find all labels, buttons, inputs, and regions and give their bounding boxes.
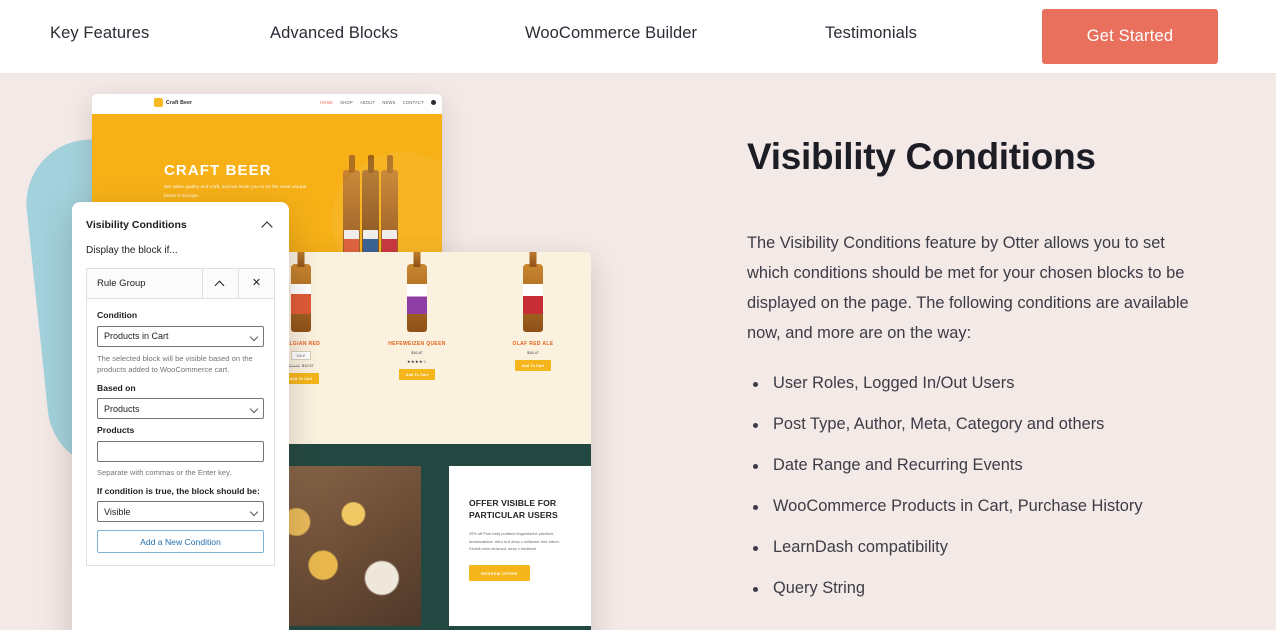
- mockup-brand-label: Craft Beer: [166, 99, 193, 106]
- chevron-down-icon: [249, 508, 259, 517]
- feature-description-column: Visibility Conditions The Visibility Con…: [747, 136, 1247, 620]
- cart-icon[interactable]: [431, 100, 436, 105]
- nav-link-woocommerce-builder[interactable]: WooCommerce Builder: [525, 24, 697, 43]
- beer-bottle-icon: [523, 264, 543, 332]
- hero-section: Craft Beer HOME SHOP ABOUT NEWS CONTACT …: [0, 74, 1276, 630]
- mockup-site-header: Craft Beer HOME SHOP ABOUT NEWS CONTACT: [92, 94, 442, 114]
- based-on-field-label: Based on: [97, 382, 136, 393]
- star-rating-icon: ★★★★☆: [407, 359, 427, 364]
- product-price: $16.87: [411, 351, 423, 355]
- rule-group-box: Rule Group ✕ Condition Products in Cart …: [86, 268, 275, 567]
- rule-group-body: Condition Products in Cart The selected …: [87, 299, 274, 566]
- mockup-brand: Craft Beer: [154, 98, 192, 107]
- chevron-down-icon: [249, 404, 259, 414]
- offer-heading: OFFER VISIBLE FOR PARTICULAR USERS: [469, 498, 558, 520]
- condition-help-text: The selected block will be visible based…: [97, 353, 253, 374]
- beer-bottle-icon: [343, 170, 360, 262]
- nav-link-testimonials[interactable]: Testimonials: [825, 24, 917, 43]
- feature-bullet-list: User Roles, Logged In/Out Users Post Typ…: [747, 374, 1247, 598]
- add-to-cart-button[interactable]: Add To Cart: [514, 360, 552, 371]
- rule-group-label: Rule Group: [97, 278, 146, 289]
- nav-link-advanced-blocks[interactable]: Advanced Blocks: [270, 24, 398, 43]
- feature-paragraph: The Visibility Conditions feature by Ott…: [747, 234, 1189, 343]
- rule-group-header: Rule Group ✕: [87, 269, 274, 299]
- list-item: LearnDash compatibility: [747, 538, 1247, 557]
- rule-group-remove-button[interactable]: ✕: [238, 269, 274, 298]
- redeem-offer-button[interactable]: REDEEM OFFER: [469, 565, 530, 582]
- list-item: Query String: [747, 579, 1247, 598]
- condition-field-label: Condition: [97, 310, 138, 320]
- list-item: Post Type, Author, Meta, Category and ot…: [747, 415, 1247, 434]
- visibility-select[interactable]: Visible: [97, 501, 264, 523]
- nav-link-key-features[interactable]: Key Features: [50, 24, 149, 43]
- chevron-up-icon: [216, 279, 225, 288]
- beer-bottle-icon: [381, 170, 398, 262]
- mockup-menu-shop[interactable]: SHOP: [340, 100, 353, 105]
- visibility-select-value: Visible: [104, 506, 131, 517]
- mockup-menu-news[interactable]: NEWS: [382, 100, 395, 105]
- product-grid: BELGIAN RED SALE $14.97 $12.97 Add To Car…: [243, 264, 591, 384]
- condition-select[interactable]: Products in Cart: [97, 325, 264, 347]
- close-icon: ✕: [251, 277, 262, 289]
- offer-card: OFFER VISIBLE FOR PARTICULAR USERS 25% o…: [449, 466, 591, 626]
- list-item: User Roles, Logged In/Out Users: [747, 374, 1247, 393]
- products-input[interactable]: [97, 440, 264, 462]
- shop-page-mockup: BELGIAN RED SALE $14.97 $12.97 Add To Car…: [243, 252, 591, 630]
- mockup-hero-subtitle: We value quality and craft, and we invit…: [164, 185, 307, 199]
- chevron-down-icon: [249, 332, 259, 341]
- beer-logo-icon: [154, 98, 163, 107]
- page-title: Visibility Conditions: [747, 136, 1096, 177]
- based-on-select-value: Products: [104, 403, 140, 414]
- offer-section: OFFER VISIBLE FOR PARTICULAR USERS 25% o…: [243, 444, 591, 630]
- product-price: $16.47: [527, 351, 539, 355]
- chevron-up-icon[interactable]: [262, 218, 275, 231]
- panel-title: Visibility Conditions: [86, 218, 187, 231]
- panel-subtitle: Display the block if...: [86, 245, 178, 256]
- product-name: OLAF RED ALE: [512, 341, 554, 347]
- product-card[interactable]: OLAF RED ALE $16.47 Add To Cart: [475, 264, 591, 384]
- list-item: Date Range and Recurring Events: [747, 456, 1247, 475]
- based-on-select[interactable]: Products: [97, 398, 264, 420]
- product-current-price: $12.97: [302, 364, 314, 368]
- add-to-cart-button[interactable]: Add To Cart: [398, 369, 436, 380]
- truth-field-label: If condition is true, the block should b…: [97, 485, 260, 496]
- add-new-condition-button[interactable]: Add a New Condition: [97, 530, 264, 554]
- beer-bottle-icon: [362, 170, 379, 262]
- condition-select-value: Products in Cart: [104, 331, 169, 342]
- product-card[interactable]: HEFEWEIZEN QUEEN $16.87 ★★★★☆ Add To Car…: [359, 264, 475, 384]
- product-old-price: $14.97: [288, 364, 300, 368]
- rule-group-collapse-button[interactable]: [202, 269, 238, 298]
- mockup-site-menu: HOME SHOP ABOUT NEWS CONTACT: [320, 100, 436, 105]
- product-price: $14.97 $12.97: [288, 364, 313, 368]
- top-navigation-bar: Key Features Advanced Blocks WooCommerce…: [0, 0, 1276, 74]
- get-started-button[interactable]: Get Started: [1042, 9, 1218, 64]
- beer-bottle-icon: [291, 264, 311, 332]
- product-name: HEFEWEIZEN QUEEN: [388, 341, 446, 347]
- mockup-hero-bottles: [343, 170, 398, 262]
- product-listing-area: BELGIAN RED SALE $14.97 $12.97 Add To Car…: [243, 252, 591, 444]
- visibility-conditions-panel: Visibility Conditions Display the block …: [72, 202, 289, 630]
- product-mockup-stack: Craft Beer HOME SHOP ABOUT NEWS CONTACT …: [0, 74, 640, 630]
- mockup-menu-contact[interactable]: CONTACT: [403, 100, 424, 105]
- panel-header: Visibility Conditions: [72, 202, 289, 231]
- mockup-hero-title: CRAFT BEER: [164, 162, 272, 179]
- mockup-menu-about[interactable]: ABOUT: [360, 100, 375, 105]
- beer-bottle-icon: [407, 264, 427, 332]
- sale-badge: SALE: [290, 351, 312, 360]
- mockup-menu-home[interactable]: HOME: [320, 100, 333, 105]
- products-help-text: Separate with commas or the Enter key.: [97, 467, 232, 477]
- products-field-label: Products: [97, 425, 135, 436]
- offer-body-text: 25% off Pork belly portland fingerstache…: [469, 531, 560, 552]
- list-item: WooCommerce Products in Cart, Purchase H…: [747, 497, 1247, 516]
